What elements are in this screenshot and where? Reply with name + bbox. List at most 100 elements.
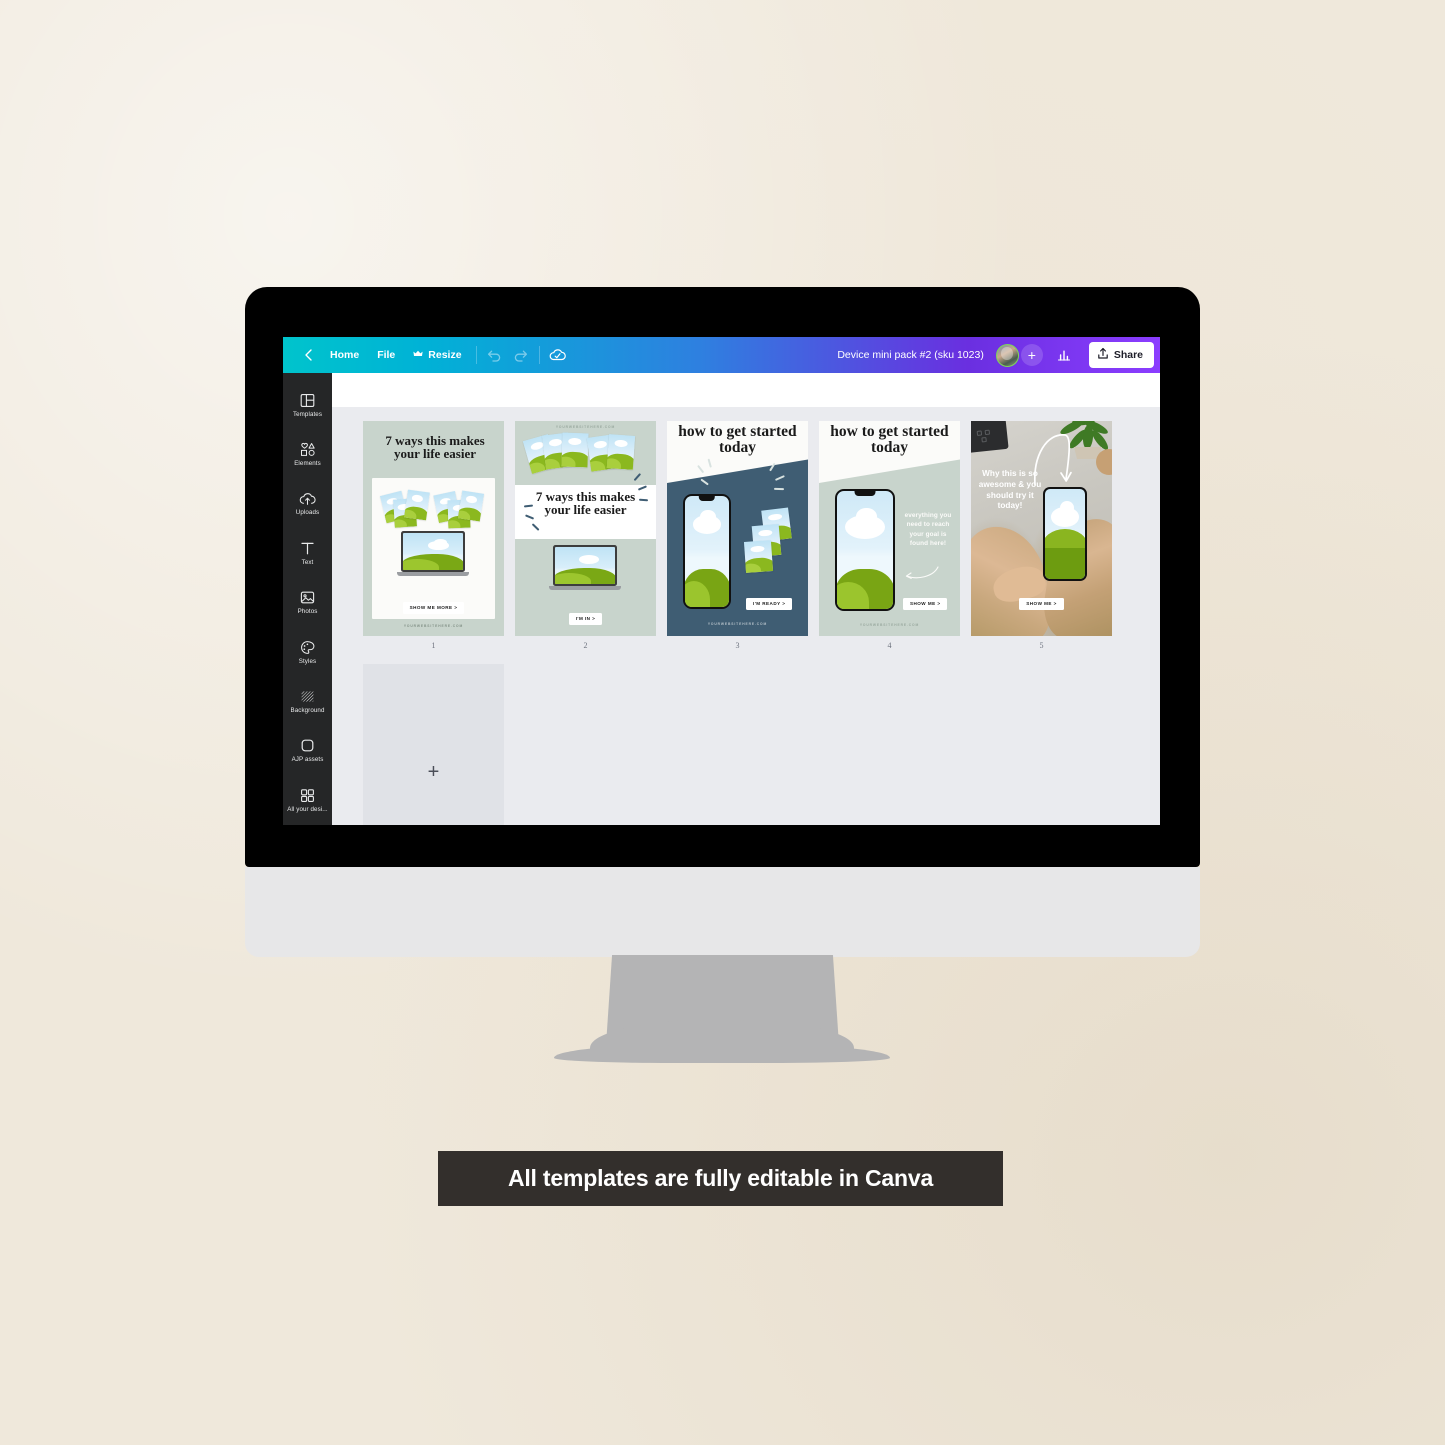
page-headline: how to get started today — [830, 423, 949, 456]
page-artwork[interactable]: how to get started today — [667, 421, 808, 636]
plus-icon: + — [427, 760, 440, 783]
photo-card — [457, 490, 485, 522]
templates-icon — [300, 393, 315, 408]
resize-label: Resize — [428, 349, 462, 361]
phone-mockup — [1043, 487, 1087, 581]
laptop-mockup — [396, 531, 470, 576]
phone-mockup — [835, 489, 895, 611]
editor-sidebar: Templates Elements Uploads Text Photos S… — [283, 373, 332, 825]
cta-wrap: I'M IN > — [515, 607, 656, 625]
editor-topbar: Home File Resize Device mini pack #2 (sk… — [283, 337, 1160, 373]
toolbar-divider-1 — [475, 346, 477, 364]
sidebar-label: Templates — [292, 411, 323, 419]
page-thumbnail-5[interactable]: Why this is so awesome & you should try … — [971, 421, 1112, 650]
sidebar-item-photos[interactable]: Photos — [283, 578, 332, 627]
add-collaborator-button[interactable]: + — [1020, 344, 1043, 366]
document-title[interactable]: Device mini pack #2 (sku 1023) — [837, 349, 983, 361]
page-number: 1 — [431, 641, 436, 650]
sidebar-item-elements[interactable]: Elements — [283, 430, 332, 479]
photo-card — [743, 540, 774, 573]
topbar-right-group: Device mini pack #2 (sku 1023) + Share — [837, 342, 1154, 368]
page-thumbnail-row: 7 ways this makes your life easier SHOW … — [363, 421, 1160, 650]
website-url: YOURWEBSITEHERE.COM — [555, 425, 616, 429]
undo-icon[interactable] — [482, 342, 508, 368]
cta-wrap: I'M READY > — [746, 592, 793, 610]
page-artwork[interactable]: 7 ways this makes your life easier SHOW … — [363, 421, 504, 636]
page-artwork[interactable]: YOURWEBSITEHERE.COM 7 ways this makes yo… — [515, 421, 656, 636]
curved-arrow-icon — [903, 565, 941, 588]
page-headline: 7 ways this makes your life easier — [385, 433, 485, 462]
phone-mockup — [683, 494, 731, 609]
sidebar-label: Text — [301, 559, 314, 567]
page-headline: Why this is so awesome & you should try … — [978, 469, 1042, 511]
back-button[interactable] — [295, 342, 321, 368]
cta-button[interactable]: SHOW ME > — [1019, 597, 1064, 610]
page-thumbnail-3[interactable]: how to get started today I'M READY > YOU… — [667, 421, 808, 650]
sidebar-label: AJP assets — [291, 756, 324, 764]
sidebar-item-background[interactable]: Background — [283, 677, 332, 726]
sidebar-item-ajp-assets[interactable]: AJP assets — [283, 726, 332, 775]
cup-prop — [1096, 449, 1112, 475]
sidebar-item-uploads[interactable]: Uploads — [283, 480, 332, 529]
photo-card — [606, 434, 636, 470]
page-headline: how to get started today — [678, 423, 797, 456]
keyboard-prop — [971, 421, 1009, 454]
cta-button[interactable]: SHOW ME > — [903, 597, 948, 610]
file-label: File — [377, 349, 396, 361]
page-thumbnail-4[interactable]: how to get started today everything you … — [819, 421, 960, 650]
toolbar-divider-2 — [538, 346, 540, 364]
home-label: Home — [330, 349, 360, 361]
photo-card — [404, 489, 430, 521]
upload-icon — [1097, 347, 1109, 363]
page-canvas: 7 ways this makes your life easier SHOW … — [332, 407, 1160, 825]
element-toolbar — [332, 373, 1160, 407]
text-icon — [300, 541, 315, 556]
share-button[interactable]: Share — [1088, 342, 1154, 368]
cta-button[interactable]: I'M READY > — [746, 597, 793, 610]
sidebar-item-styles[interactable]: Styles — [283, 628, 332, 677]
editor-workspace: 7 ways this makes your life easier SHOW … — [332, 373, 1160, 825]
page-number: 2 — [583, 641, 588, 650]
bar-chart-icon[interactable] — [1051, 342, 1077, 368]
page-number: 3 — [735, 641, 740, 650]
page-thumbnail-2[interactable]: YOURWEBSITEHERE.COM 7 ways this makes yo… — [515, 421, 656, 650]
caption-text: All templates are fully editable in Canv… — [507, 1165, 934, 1191]
cta-wrap: SHOW ME > — [903, 592, 948, 610]
page-body-text: everything you need to reach your goal i… — [904, 512, 952, 547]
sidebar-item-templates[interactable]: Templates — [283, 381, 332, 430]
file-button[interactable]: File — [368, 344, 404, 366]
cta-wrap: SHOW ME MORE > — [363, 596, 504, 614]
sidebar-label: Background — [290, 707, 325, 715]
grid-icon — [300, 788, 315, 803]
monitor-foot — [554, 1045, 890, 1063]
monitor-base — [245, 867, 1200, 957]
redo-icon[interactable] — [508, 342, 534, 368]
sidebar-item-all-your-designs[interactable]: All your desi... — [283, 776, 332, 825]
photo-card — [561, 432, 589, 468]
home-button[interactable]: Home — [321, 344, 368, 366]
website-url: YOURWEBSITEHERE.COM — [707, 622, 768, 626]
sidebar-label: Uploads — [295, 509, 320, 517]
upload-cloud-icon — [299, 492, 316, 506]
add-page-button[interactable]: + — [363, 664, 504, 825]
resize-button[interactable]: Resize — [404, 344, 470, 366]
page-number: 5 — [1039, 641, 1044, 650]
rounded-square-icon — [300, 738, 315, 753]
cta-button[interactable]: SHOW ME MORE > — [402, 601, 465, 614]
cta-button[interactable]: I'M IN > — [568, 612, 603, 625]
editor-body: Templates Elements Uploads Text Photos S… — [283, 373, 1160, 825]
canva-editor-screen: Home File Resize Device mini pack #2 (sk… — [283, 337, 1160, 825]
page-headline: 7 ways this makes your life easier — [535, 489, 636, 518]
avatar[interactable] — [995, 343, 1019, 367]
cloud-check-icon[interactable] — [545, 342, 571, 368]
page-artwork[interactable]: Why this is so awesome & you should try … — [971, 421, 1112, 636]
crown-icon — [413, 349, 423, 361]
share-label: Share — [1113, 349, 1143, 361]
photo-icon — [300, 590, 315, 605]
sidebar-label: Styles — [298, 657, 317, 665]
sidebar-item-text[interactable]: Text — [283, 529, 332, 578]
sidebar-label: Elements — [294, 460, 321, 468]
caption-banner: All templates are fully editable in Canv… — [438, 1151, 1003, 1206]
page-thumbnail-1[interactable]: 7 ways this makes your life easier SHOW … — [363, 421, 504, 650]
page-artwork[interactable]: how to get started today — [819, 421, 960, 636]
